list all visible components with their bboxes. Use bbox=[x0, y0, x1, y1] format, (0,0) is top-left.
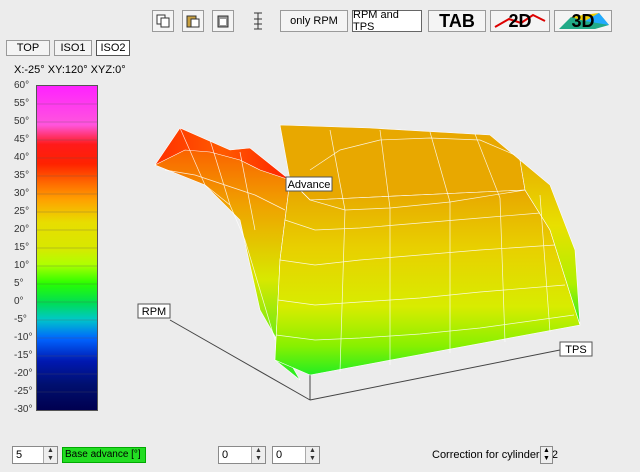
paste-icon bbox=[186, 15, 200, 28]
down-arrow-icon: ▼ bbox=[543, 455, 550, 462]
advance-axis-label: Advance bbox=[285, 176, 333, 192]
rotation-angles: X:-25° XY:120° XYZ:0° bbox=[14, 64, 126, 76]
x-cell-value: 0 bbox=[222, 449, 229, 461]
svg-text:RPM: RPM bbox=[142, 306, 166, 318]
2d-view-button[interactable]: 2D bbox=[490, 10, 550, 32]
scale-label: -10° bbox=[14, 332, 33, 343]
tps-axis-label: TPS bbox=[559, 341, 593, 357]
scale-grid-lines bbox=[37, 103, 97, 393]
y-cell-spinner[interactable]: 0 ▲ ▼ bbox=[272, 446, 320, 464]
rpm-axis-label: RPM bbox=[137, 303, 171, 319]
only-rpm-button[interactable]: only RPM bbox=[280, 10, 348, 32]
scale-label: 45° bbox=[14, 134, 30, 145]
step-spinner[interactable]: 5 ▲ ▼ bbox=[12, 446, 58, 464]
y-cell-value: 0 bbox=[276, 449, 283, 461]
scale-label: -5° bbox=[14, 314, 27, 325]
spinner-arrows[interactable]: ▲ ▼ bbox=[43, 447, 57, 463]
scale-label: 10° bbox=[14, 260, 30, 271]
spinner-arrows[interactable]: ▲ ▼ bbox=[251, 447, 265, 463]
scale-label: 30° bbox=[14, 188, 30, 199]
scale-label: 40° bbox=[14, 152, 30, 163]
copy-icon bbox=[156, 14, 170, 28]
map-name-label: Base advance [°] bbox=[62, 447, 146, 463]
scale-label: 50° bbox=[14, 116, 30, 127]
3d-label: 3D bbox=[571, 10, 595, 31]
paste-button[interactable] bbox=[182, 10, 204, 32]
scale-label: -20° bbox=[14, 368, 33, 379]
scale-label: -30° bbox=[14, 404, 33, 415]
color-scale-bar bbox=[36, 85, 98, 411]
3d-view-button[interactable]: 3D bbox=[554, 10, 612, 32]
up-arrow-icon: ▲ bbox=[543, 447, 550, 454]
cylinder-spinner[interactable]: ▲ ▼ bbox=[540, 446, 553, 464]
3d-surface-plot[interactable]: Advance RPM TPS bbox=[130, 110, 610, 410]
spinner-arrows[interactable]: ▲ ▼ bbox=[305, 447, 319, 463]
scale-label: -15° bbox=[14, 350, 33, 361]
svg-text:Advance: Advance bbox=[288, 179, 331, 191]
surface-front-face bbox=[274, 179, 581, 376]
scale-label: 15° bbox=[14, 242, 30, 253]
interpolate-button[interactable] bbox=[250, 10, 266, 32]
view-iso1-button[interactable]: ISO1 bbox=[54, 40, 92, 56]
clipboard-icon bbox=[217, 15, 229, 28]
scale-label: 25° bbox=[14, 206, 30, 217]
2d-label: 2D bbox=[508, 10, 532, 31]
scale-label: -25° bbox=[14, 386, 33, 397]
up-arrow-icon: ▲ bbox=[47, 447, 54, 454]
scale-label: 5° bbox=[14, 278, 24, 289]
clipboard-button[interactable] bbox=[212, 10, 234, 32]
scale-label: 60° bbox=[14, 80, 30, 91]
x-cell-spinner[interactable]: 0 ▲ ▼ bbox=[218, 446, 266, 464]
svg-text:TPS: TPS bbox=[565, 344, 586, 356]
up-arrow-icon: ▲ bbox=[255, 447, 262, 454]
tab-view-button[interactable]: TAB bbox=[428, 10, 486, 32]
scale-label: 20° bbox=[14, 224, 30, 235]
rpm-and-tps-button[interactable]: RPM and TPS bbox=[352, 9, 422, 33]
scale-label: 0° bbox=[14, 296, 24, 307]
view-top-button[interactable]: TOP bbox=[6, 40, 50, 56]
up-arrow-icon: ▲ bbox=[309, 447, 316, 454]
scale-label: 55° bbox=[14, 98, 30, 109]
scale-label: 35° bbox=[14, 170, 30, 181]
down-arrow-icon: ▼ bbox=[255, 455, 262, 462]
view-iso2-button[interactable]: ISO2 bbox=[96, 40, 130, 56]
down-arrow-icon: ▼ bbox=[309, 455, 316, 462]
down-arrow-icon: ▼ bbox=[47, 455, 54, 462]
copy-button[interactable] bbox=[152, 10, 174, 32]
interpolate-icon bbox=[254, 12, 262, 30]
step-value: 5 bbox=[16, 449, 23, 461]
